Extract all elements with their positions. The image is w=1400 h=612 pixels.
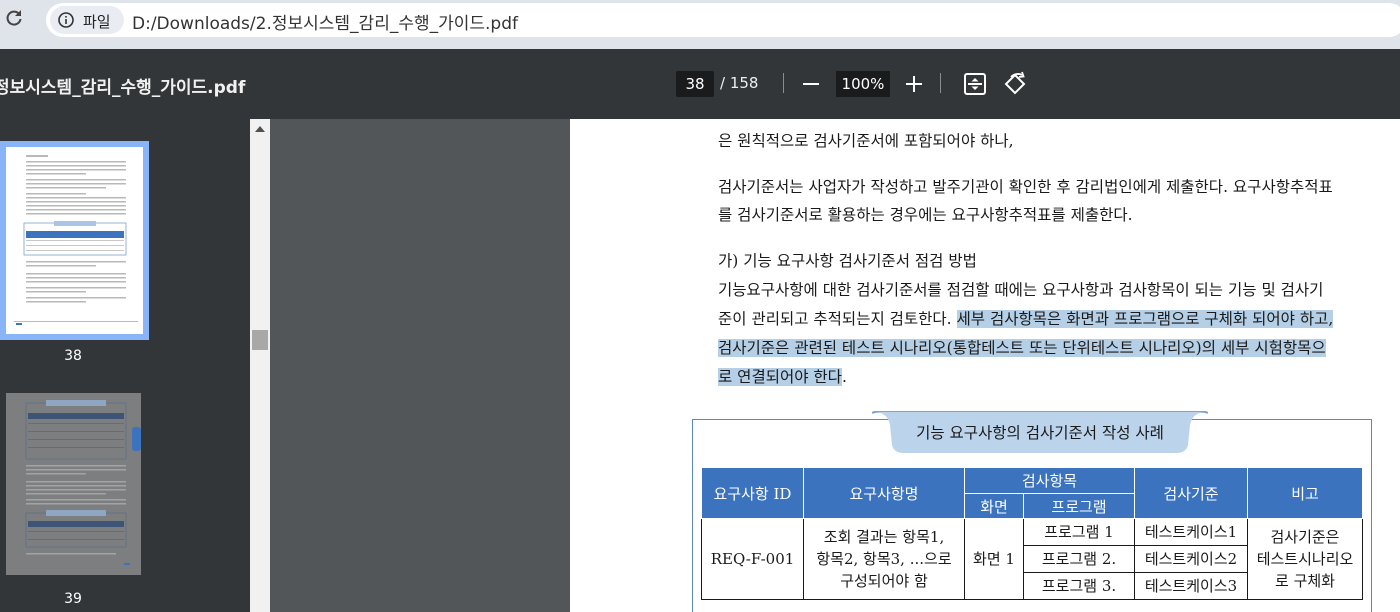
pdf-viewer[interactable]: 은 원칙적으로 검사기준서에 포함되어야 하나, 검사기준서는 사업자가 작성하… bbox=[270, 119, 1400, 612]
zoom-out-icon[interactable] bbox=[800, 71, 822, 97]
cell-line: 조회 결과는 항목1, bbox=[823, 528, 945, 546]
cell-program: 프로그램 1 bbox=[1023, 518, 1135, 546]
thumbnail-page-39[interactable] bbox=[6, 393, 141, 575]
highlighted-text[interactable]: 검사기준은 관련된 테스트 시나리오(통합테스트 또는 단위테스트 시나리오)의… bbox=[718, 339, 1326, 357]
cell-line: 검사기준은 bbox=[1270, 528, 1340, 546]
scrollbar-thumb[interactable] bbox=[252, 330, 268, 350]
omnibox[interactable]: 파일 D:/Downloads/2.정보시스템_감리_수행_가이드.pdf bbox=[46, 3, 1400, 37]
header-program: 프로그램 bbox=[1023, 493, 1135, 519]
fit-page-icon[interactable] bbox=[963, 72, 987, 96]
table-header-row: 요구사항 ID 요구사항명 검사항목 검사기준 비고 bbox=[701, 467, 1363, 519]
cell-line: 로 구체화 bbox=[1275, 572, 1335, 590]
site-info-chip[interactable]: 파일 bbox=[50, 6, 124, 34]
header-check-items: 검사항목 bbox=[964, 467, 1135, 494]
cell-req-name: 조회 결과는 항목1, 항목2, 항목3, ...으로 구성되어야 함 bbox=[803, 518, 965, 600]
body-text: 검사기준서는 사업자가 작성하고 발주기관이 확인한 후 감리법인에게 제출한다… bbox=[718, 178, 1333, 196]
document-title: 정보시스템_감리_수행_가이드.pdf bbox=[0, 78, 246, 98]
zoom-level[interactable]: 100% bbox=[836, 71, 890, 97]
cell-criteria: 테스트케이스3 bbox=[1134, 572, 1248, 600]
plain-text: 준이 관리되고 추적되는지 검토한다. bbox=[718, 310, 957, 328]
url-text[interactable]: D:/Downloads/2.정보시스템_감리_수행_가이드.pdf bbox=[132, 9, 518, 34]
body-text: 를 검사기준서로 활용하는 경우에는 요구사항추적표를 제출한다. bbox=[718, 206, 1133, 224]
cell-screen: 화면 1 bbox=[964, 518, 1024, 600]
cell-program: 프로그램 3. bbox=[1023, 572, 1135, 600]
requirements-table: 요구사항 ID 요구사항명 검사항목 검사기준 비고 화면 프로그램 REQ-F… bbox=[701, 467, 1363, 600]
info-icon bbox=[58, 12, 74, 28]
zoom-in-icon[interactable] bbox=[903, 71, 925, 97]
table-row: REQ-F-001 조회 결과는 항목1, 항목2, 항목3, ...으로 구성… bbox=[701, 518, 1363, 600]
body-text: 준이 관리되고 추적되는지 검토한다. 세부 검사항목은 화면과 프로그램으로 … bbox=[718, 307, 1334, 329]
highlighted-text[interactable]: 로 연결되어야 한다 bbox=[718, 368, 842, 386]
header-req-id: 요구사항 ID bbox=[701, 467, 804, 519]
sidebar-scrollbar[interactable] bbox=[250, 119, 270, 612]
reload-icon[interactable] bbox=[4, 8, 24, 28]
pdf-toolbar: 정보시스템_감리_수행_가이드.pdf 38 / 158 100% bbox=[0, 49, 1400, 119]
cell-req-id: REQ-F-001 bbox=[701, 518, 804, 600]
cell-program: 프로그램 2. bbox=[1023, 545, 1135, 573]
header-criteria: 검사기준 bbox=[1134, 467, 1248, 519]
highlighted-text[interactable]: 세부 검사항목은 화면과 프로그램으로 구체화 되어야 하고, bbox=[956, 310, 1334, 328]
divider bbox=[940, 73, 941, 93]
thumbnail-page-38[interactable] bbox=[0, 141, 149, 340]
table-caption: 기능 요구사항의 검사기준서 작성 사례 bbox=[916, 424, 1164, 442]
thumbnail-image bbox=[6, 147, 143, 334]
rotate-icon[interactable] bbox=[1002, 71, 1028, 97]
cell-line: 항목2, 항목3, ...으로 bbox=[816, 550, 952, 568]
page-total: / 158 bbox=[720, 74, 759, 92]
plain-text: . bbox=[841, 368, 847, 386]
scroll-up-arrow-icon[interactable] bbox=[255, 126, 265, 132]
cell-criteria: 테스트케이스1 bbox=[1134, 518, 1248, 546]
body-text: 은 원칙적으로 검사기준서에 포함되어야 하나, bbox=[718, 132, 1014, 150]
cell-line: 테스트시나리오 bbox=[1256, 550, 1354, 568]
page-number-input[interactable]: 38 bbox=[676, 71, 714, 97]
thumbnail-label: 39 bbox=[64, 591, 82, 607]
header-remarks: 비고 bbox=[1247, 467, 1363, 519]
header-screen: 화면 bbox=[964, 493, 1024, 519]
thumbnail-sidebar: 38 39 bbox=[0, 119, 250, 612]
cell-remarks: 검사기준은 테스트시나리오 로 구체화 bbox=[1247, 518, 1363, 600]
cell-line: 구성되어야 함 bbox=[840, 572, 928, 590]
section-heading: 가) 기능 요구사항 검사기준서 점검 방법 bbox=[718, 252, 977, 270]
browser-address-bar: 파일 D:/Downloads/2.정보시스템_감리_수행_가이드.pdf bbox=[0, 0, 1400, 49]
divider bbox=[783, 73, 784, 93]
pdf-page: 은 원칙적으로 검사기준서에 포함되어야 하나, 검사기준서는 사업자가 작성하… bbox=[570, 119, 1400, 612]
chip-label: 파일 bbox=[83, 13, 111, 31]
body-text: 로 연결되어야 한다. bbox=[718, 365, 847, 387]
body-text: 검사기준은 관련된 테스트 시나리오(통합테스트 또는 단위테스트 시나리오)의… bbox=[718, 336, 1326, 358]
cell-criteria: 테스트케이스2 bbox=[1134, 545, 1248, 573]
thumbnail-label: 38 bbox=[64, 348, 82, 364]
header-req-name: 요구사항명 bbox=[803, 467, 965, 519]
body-text: 기능요구사항에 대한 검사기준서를 점검할 때에는 요구사항과 검사항목이 되는… bbox=[718, 281, 1324, 299]
